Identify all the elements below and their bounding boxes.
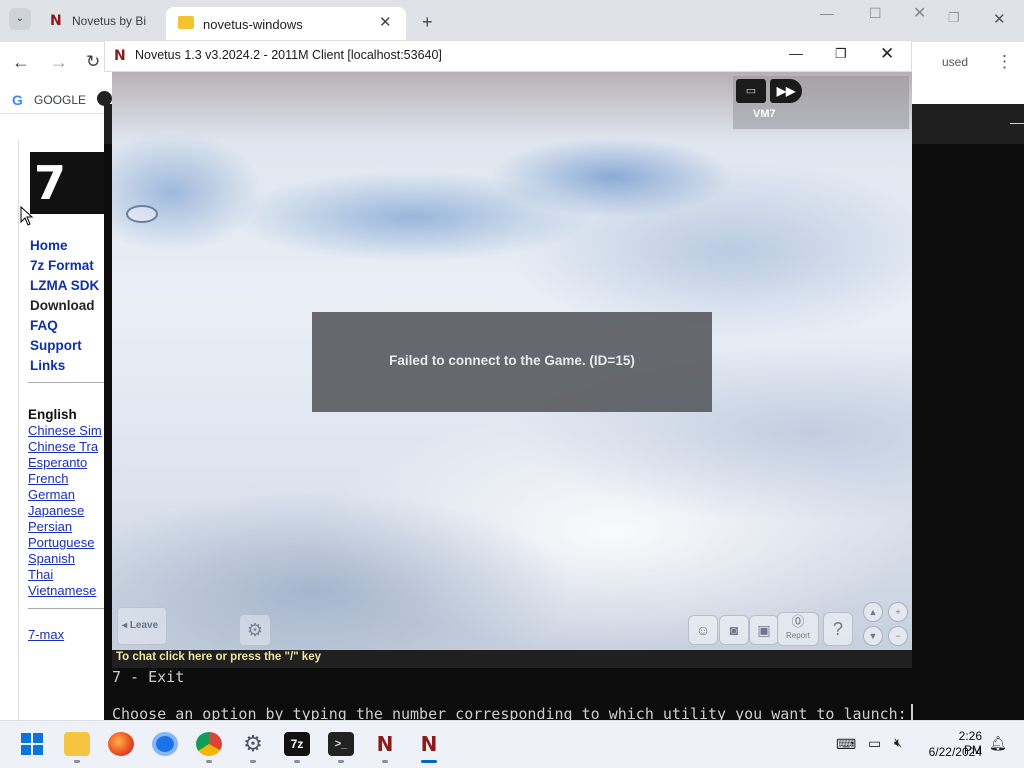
nav-home[interactable]: Home bbox=[30, 238, 68, 253]
language-heading: English bbox=[28, 407, 77, 422]
minimize-icon[interactable]: — bbox=[789, 45, 803, 61]
nav-links[interactable]: Links bbox=[30, 358, 65, 373]
lang-chinese-traditional[interactable]: Chinese Tra bbox=[28, 439, 98, 454]
novetus-favicon-icon: N bbox=[50, 13, 62, 29]
divider bbox=[28, 608, 106, 609]
nav-download[interactable]: Download bbox=[30, 298, 95, 313]
report-icon: ⓪ bbox=[791, 614, 805, 629]
leave-label: Leave bbox=[129, 620, 159, 631]
close-tab-icon[interactable]: ✕ bbox=[379, 13, 392, 31]
chat-hint[interactable]: To chat click here or press the "/" key bbox=[116, 651, 321, 663]
folder-icon bbox=[178, 16, 194, 29]
close-icon[interactable]: ✕ bbox=[880, 44, 894, 64]
lang-portuguese[interactable]: Portuguese bbox=[28, 535, 95, 550]
logo-seven: 7 bbox=[34, 156, 67, 210]
help-icon[interactable]: ? bbox=[823, 612, 853, 646]
report-label: Report bbox=[785, 631, 810, 640]
volume-muted-icon[interactable]: 🔇︎ bbox=[894, 735, 902, 751]
window-title: Novetus 1.3 v3.2024.2 - 2011M Client [lo… bbox=[135, 48, 442, 62]
file-explorer-icon[interactable] bbox=[64, 732, 90, 756]
chat-bubble-icon[interactable] bbox=[126, 205, 158, 223]
close-icon[interactable]: ✕ bbox=[993, 10, 1006, 28]
link-7-max[interactable]: 7-max bbox=[28, 627, 64, 642]
novetus-app-icon: N bbox=[114, 48, 126, 64]
lang-thai[interactable]: Thai bbox=[28, 567, 53, 582]
network-icon[interactable]: ▭ bbox=[868, 735, 881, 752]
notification-bell-icon[interactable]: 🔔︎ bbox=[989, 735, 1007, 752]
active-app-indicator bbox=[421, 760, 437, 763]
restore-icon[interactable]: ❐ bbox=[835, 46, 847, 62]
back-arrow-icon[interactable]: ← bbox=[12, 52, 30, 73]
nav-support[interactable]: Support bbox=[30, 338, 82, 353]
chrome-icon[interactable] bbox=[196, 732, 222, 756]
tab-novetus-windows[interactable]: novetus-windows ✕ bbox=[166, 7, 406, 42]
settings-gear-icon[interactable]: ⚙ bbox=[240, 615, 270, 645]
screenshot-camera-icon[interactable]: ◙ bbox=[719, 615, 749, 645]
tab-novetus-bitbucket[interactable]: N Novetus by Bi bbox=[40, 7, 160, 35]
bookmark-google[interactable]: GOOGLE bbox=[34, 93, 86, 107]
record-video-icon[interactable]: ▣ bbox=[749, 615, 779, 645]
lang-french[interactable]: French bbox=[28, 471, 68, 486]
reload-icon[interactable]: ↻ bbox=[86, 52, 100, 72]
menu-kebab-icon[interactable]: ⋮ bbox=[996, 52, 1013, 72]
chromium-icon[interactable] bbox=[152, 732, 178, 756]
zoom-in-icon[interactable]: + bbox=[888, 602, 908, 622]
leave-button[interactable]: ◂ Leave bbox=[117, 607, 167, 645]
nav-lzma-sdk[interactable]: LZMA SDK bbox=[30, 278, 99, 293]
settings-icon[interactable]: ⚙ bbox=[240, 732, 266, 756]
new-tab-button[interactable]: + bbox=[422, 12, 433, 33]
maximize-icon[interactable]: ☐ bbox=[869, 5, 882, 22]
nav-7z-format[interactable]: 7z Format bbox=[30, 258, 94, 273]
terminal-icon[interactable]: >_ bbox=[328, 732, 354, 756]
profile-paused-label[interactable]: used bbox=[942, 55, 968, 69]
player-name: VM7 bbox=[753, 108, 776, 120]
camera-down-icon[interactable]: ▼ bbox=[863, 626, 883, 646]
lang-vietnamese[interactable]: Vietnamese bbox=[28, 583, 96, 598]
firefox-icon[interactable] bbox=[108, 732, 134, 756]
sevenzip-icon[interactable]: 7z bbox=[284, 732, 310, 756]
minimize-icon[interactable]: — bbox=[1010, 114, 1024, 130]
close-icon[interactable]: ✕ bbox=[913, 3, 926, 23]
tab-title: Novetus by Bi bbox=[72, 14, 147, 28]
windows-start-icon[interactable] bbox=[21, 733, 43, 755]
zoom-out-icon[interactable]: − bbox=[888, 626, 908, 646]
report-button[interactable]: ⓪ Report bbox=[777, 612, 819, 646]
lang-esperanto[interactable]: Esperanto bbox=[28, 455, 87, 470]
tab-title: novetus-windows bbox=[203, 17, 303, 32]
mouse-cursor-icon bbox=[20, 206, 34, 226]
forward-arrow-icon[interactable]: → bbox=[50, 52, 68, 73]
lang-spanish[interactable]: Spanish bbox=[28, 551, 75, 566]
error-message: Failed to connect to the Game. (ID=15) bbox=[389, 353, 635, 368]
novetus-launcher-icon[interactable]: N bbox=[372, 732, 398, 756]
google-icon[interactable]: G bbox=[12, 92, 23, 108]
lang-german[interactable]: German bbox=[28, 487, 75, 502]
restore-icon[interactable]: ❐ bbox=[948, 10, 960, 26]
tab-search-button[interactable]: ⌄ bbox=[9, 8, 31, 30]
divider bbox=[28, 382, 106, 383]
fast-forward-icon[interactable]: ▶▶ bbox=[770, 79, 802, 103]
emote-icon[interactable]: ☺ bbox=[688, 615, 718, 645]
lang-persian[interactable]: Persian bbox=[28, 519, 72, 534]
clock-date[interactable]: 6/22/2024 bbox=[920, 745, 982, 759]
minimize-icon[interactable]: — bbox=[820, 5, 834, 21]
console-icon[interactable]: ▭ bbox=[736, 79, 766, 103]
lang-japanese[interactable]: Japanese bbox=[28, 503, 84, 518]
sevenzip-logo: 7z bbox=[30, 152, 108, 214]
novetus-client-icon[interactable]: N bbox=[416, 732, 442, 756]
nav-faq[interactable]: FAQ bbox=[30, 318, 58, 333]
keyboard-icon[interactable]: ⌨ bbox=[836, 736, 856, 753]
terminal-exit-line: 7 - Exit bbox=[112, 668, 185, 686]
lang-chinese-simplified[interactable]: Chinese Sim bbox=[28, 423, 102, 438]
camera-up-icon[interactable]: ▲ bbox=[863, 602, 883, 622]
